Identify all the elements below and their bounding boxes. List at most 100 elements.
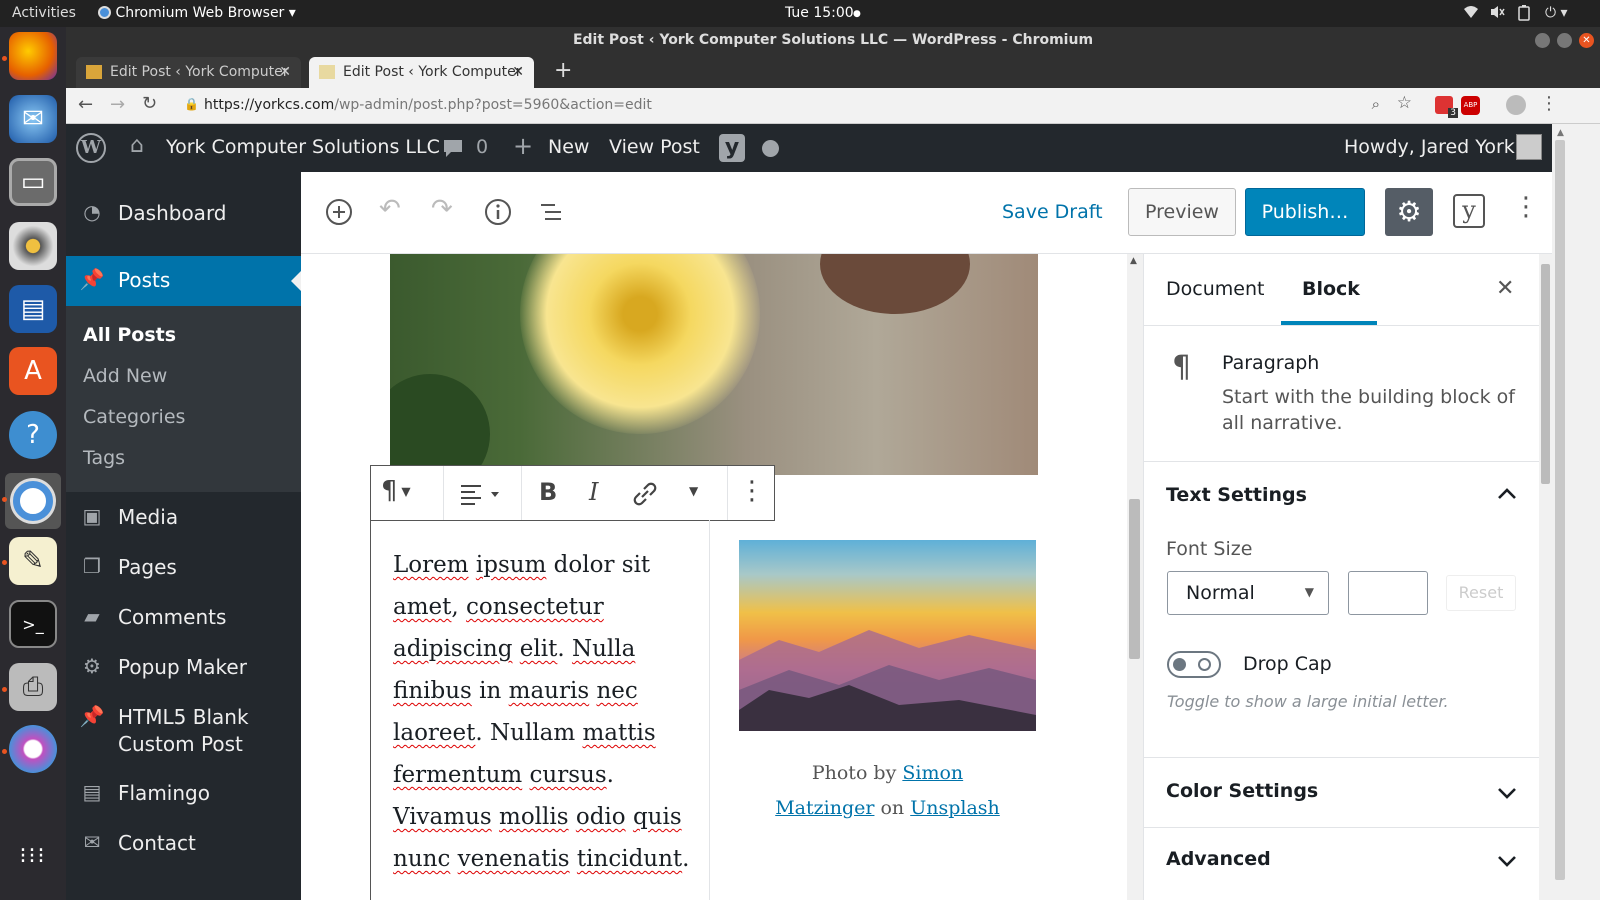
zoom-icon[interactable]: ⌕ [1372, 95, 1380, 113]
image-caption[interactable]: Photo by Simon Matzinger on Unsplash [739, 756, 1036, 826]
italic-icon[interactable]: I [589, 478, 598, 506]
chromium-active-icon[interactable] [5, 473, 61, 529]
tab-active[interactable]: Edit Post ‹ York Computer ✕ [309, 57, 534, 88]
block-navigation-icon[interactable] [539, 200, 563, 228]
minimize-icon[interactable] [1535, 33, 1550, 48]
link-icon[interactable] [631, 480, 659, 512]
advanced-toggle[interactable]: Advanced [1166, 848, 1271, 870]
paragraph-type-icon[interactable]: ¶ ▼ [381, 476, 411, 506]
comments-count[interactable]: 0 [476, 136, 488, 158]
canvas-scrollbar[interactable]: ▲ [1127, 254, 1143, 900]
caption-author-link[interactable]: Simon [902, 762, 963, 784]
menu-popup-maker[interactable]: ⚙ Popup Maker [66, 648, 301, 688]
redo-icon[interactable]: ↷ [431, 194, 453, 224]
custom-font-size-input[interactable] [1348, 571, 1428, 615]
settings-gear-icon[interactable]: ⚙ [1385, 188, 1433, 236]
tab-document[interactable]: Document [1166, 278, 1264, 300]
preview-button[interactable]: Preview [1128, 188, 1236, 236]
thunderbird-icon[interactable]: ✉ [9, 95, 57, 143]
reload-icon[interactable]: ↻ [142, 93, 157, 114]
menu-media[interactable]: ▣ Media [66, 498, 301, 538]
maximize-icon[interactable] [1557, 33, 1572, 48]
flower-image[interactable] [390, 254, 1038, 475]
yoast-icon[interactable]: y [719, 134, 745, 162]
show-apps-icon[interactable]: ⁝⁝⁝ [9, 832, 57, 880]
close-tab-icon[interactable]: ✕ [279, 57, 291, 88]
bookmark-star-icon[interactable]: ☆ [1397, 93, 1412, 113]
files-icon[interactable]: ▭ [9, 158, 57, 206]
chrome-menu-icon[interactable]: ⋮ [1540, 93, 1558, 114]
scroll-thumb[interactable] [1129, 499, 1140, 659]
menu-html5-blank[interactable]: 📌 HTML5 Blank Custom Post [66, 698, 301, 758]
save-draft-button[interactable]: Save Draft [1002, 201, 1103, 223]
paragraph-text[interactable]: Lorem ipsum dolor sit amet, consectetur ad… [393, 544, 689, 880]
printer-icon[interactable]: ⎙ [9, 663, 57, 711]
menu-flamingo[interactable]: ▤ Flamingo [66, 774, 301, 814]
menu-comments[interactable]: ▰ Comments [66, 598, 301, 638]
firefox-icon[interactable] [9, 32, 57, 80]
wifi-icon[interactable] [1463, 5, 1479, 23]
more-menu-icon[interactable]: ⋮ [1513, 192, 1539, 222]
paragraph-block[interactable]: Lorem ipsum dolor sit amet, consectetur ad… [370, 520, 710, 900]
reset-button[interactable]: Reset [1446, 575, 1516, 611]
text-settings-toggle[interactable]: Text Settings [1166, 484, 1307, 506]
new-tab-button[interactable]: + [554, 58, 572, 83]
chevron-down-icon[interactable] [1497, 784, 1517, 805]
back-icon[interactable]: ← [78, 94, 93, 115]
submenu-categories[interactable]: Categories [83, 406, 185, 428]
close-sidebar-icon[interactable]: ✕ [1496, 276, 1514, 301]
close-tab-icon[interactable]: ✕ [512, 57, 524, 88]
clock[interactable]: Tue 15:00 [785, 5, 854, 21]
tab-inactive[interactable]: Edit Post ‹ York Computer ✕ [76, 57, 301, 88]
menu-pages[interactable]: ❐ Pages [66, 548, 301, 588]
page-scroll-thumb[interactable] [1555, 140, 1565, 880]
plus-icon[interactable]: + [513, 132, 533, 160]
wordpress-logo-icon[interactable]: W [76, 133, 106, 163]
menu-contact[interactable]: ✉ Contact [66, 824, 301, 864]
avatar[interactable] [1516, 134, 1542, 160]
color-settings-toggle[interactable]: Color Settings [1166, 780, 1318, 802]
seo-score-dot-icon[interactable] [762, 140, 779, 157]
undo-icon[interactable]: ↶ [379, 194, 401, 224]
new-content-link[interactable]: New [548, 136, 589, 158]
app-menu[interactable]: Chromium Web Browser ▾ [98, 5, 296, 21]
extension-icon[interactable]: 3 [1435, 96, 1458, 118]
help-icon[interactable]: ? [9, 411, 57, 459]
rhythmbox-icon[interactable] [9, 222, 57, 270]
align-icon[interactable] [459, 482, 503, 510]
text-editor-icon[interactable]: ✎ [9, 537, 57, 585]
view-post-link[interactable]: View Post [609, 136, 700, 158]
tab-block[interactable]: Block [1302, 278, 1360, 300]
url-field[interactable]: https://yorkcs.com/wp-admin/post.php?pos… [204, 97, 652, 113]
adblock-icon[interactable]: ABP [1461, 96, 1480, 115]
software-center-icon[interactable]: A [9, 347, 57, 395]
power-menu-icon[interactable]: ⏻ ▾ [1545, 5, 1568, 21]
site-name[interactable]: York Computer Solutions LLC [166, 136, 440, 158]
drop-cap-toggle[interactable] [1167, 651, 1221, 678]
more-formats-chevron-icon[interactable]: ▼ [689, 484, 698, 498]
submenu-all-posts[interactable]: All Posts [83, 324, 176, 346]
profile-icon[interactable] [1506, 95, 1526, 115]
sidebar-scrollbar[interactable] [1539, 254, 1552, 900]
terminal-icon[interactable]: >_ [9, 600, 57, 648]
chevron-up-icon[interactable] [1497, 484, 1517, 505]
add-block-icon[interactable] [325, 198, 353, 230]
comment-bubble-icon[interactable] [442, 138, 464, 163]
yoast-sidebar-icon[interactable]: y [1453, 194, 1485, 228]
info-icon[interactable] [484, 198, 512, 230]
chevron-down-icon[interactable] [1497, 852, 1517, 873]
volume-icon[interactable] [1490, 5, 1506, 23]
menu-dashboard[interactable]: ◔ Dashboard [66, 194, 301, 234]
close-window-icon[interactable]: ✕ [1579, 33, 1594, 48]
bold-icon[interactable]: B [539, 478, 557, 506]
disc-icon[interactable] [9, 725, 57, 773]
submenu-add-new[interactable]: Add New [83, 365, 167, 387]
publish-button[interactable]: Publish… [1245, 188, 1365, 236]
menu-posts[interactable]: 📌 Posts [66, 256, 301, 306]
battery-icon[interactable] [1518, 5, 1530, 25]
home-icon[interactable]: ⌂ [130, 133, 144, 158]
forward-icon[interactable]: → [110, 94, 125, 115]
caption-author-link[interactable]: Matzinger [775, 797, 874, 819]
font-size-select[interactable]: Normal ▼ [1167, 571, 1329, 615]
scroll-up-icon[interactable]: ▲ [1557, 128, 1564, 138]
